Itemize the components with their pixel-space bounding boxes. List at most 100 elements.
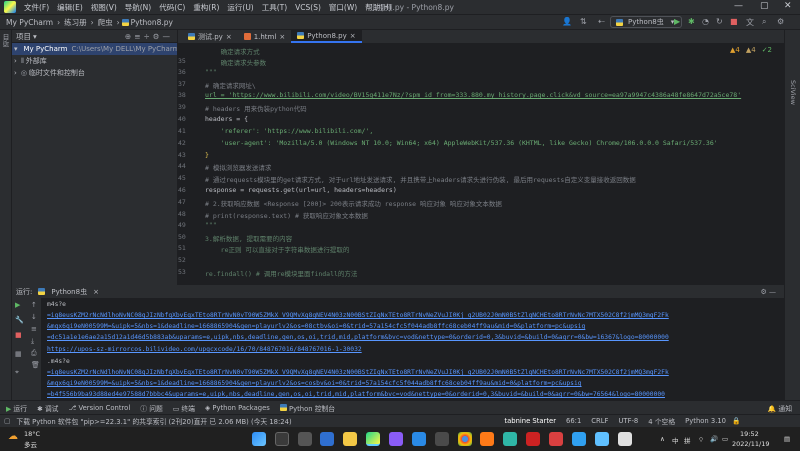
- status-square-icon[interactable]: ▢: [4, 417, 10, 425]
- menu-file[interactable]: 文件(F): [20, 2, 53, 13]
- app-blue-icon[interactable]: [572, 432, 586, 446]
- inspection-widget[interactable]: ▲4 ▲4 ✓2: [730, 46, 772, 54]
- run-output-line[interactable]: &mqx6qi9eN00599M=&uipk=5&nbs=1&deadline=…: [47, 380, 782, 387]
- panel-actions-icon[interactable]: ⊕≡÷⚙—: [125, 32, 173, 41]
- tree-item-external-libraries[interactable]: › ⫴ 外部库: [12, 55, 177, 67]
- user-icon[interactable]: 👤: [560, 17, 574, 26]
- firefox-icon[interactable]: [480, 432, 494, 446]
- app-white-icon[interactable]: [618, 432, 632, 446]
- menu-run[interactable]: 运行(U): [223, 2, 257, 13]
- search-icon[interactable]: [275, 432, 289, 446]
- arrow-up-icon[interactable]: ↑: [31, 301, 37, 309]
- weather-desc[interactable]: 多云: [24, 439, 37, 449]
- weather-icon[interactable]: ☁: [8, 431, 18, 442]
- vcs-icon[interactable]: ⇅: [578, 17, 589, 26]
- settings-icon[interactable]: ⚙ —: [760, 288, 776, 296]
- tab-test-py[interactable]: 测试.py ×: [182, 30, 238, 43]
- scroll-end-icon[interactable]: ⤓: [31, 337, 34, 346]
- file-explorer-icon[interactable]: [343, 432, 357, 446]
- close-icon[interactable]: ×: [93, 288, 99, 296]
- run-output-line[interactable]: =ig8eusKZM2rNcNdlhoNvNC08qJIzNbfqXbvEqxT…: [47, 312, 782, 319]
- toolwin-notifications[interactable]: 🔔 通知: [768, 403, 792, 413]
- search-icon[interactable]: ⌕: [760, 17, 768, 27]
- run-output-line[interactable]: =ig8eusKZM2rNcNdlhoNvNC08qJIzNbfqXbvEqxT…: [47, 369, 782, 376]
- toolwin-vcs[interactable]: ⎇ Version Control: [68, 404, 130, 412]
- stop-icon[interactable]: ■: [728, 17, 740, 26]
- ime-mode[interactable]: 拼: [684, 435, 691, 445]
- wrench-icon[interactable]: 🔧: [15, 316, 24, 324]
- battery-icon[interactable]: ▭: [722, 435, 728, 443]
- menu-vcs[interactable]: VCS(S): [291, 3, 325, 12]
- toolwin-packages[interactable]: ◈ Python Packages: [205, 404, 270, 412]
- widgets-icon[interactable]: [320, 432, 334, 446]
- edge-icon[interactable]: [503, 432, 517, 446]
- toolwin-debug[interactable]: ✱ 调试: [37, 403, 58, 413]
- run-output-line[interactable]: &mqx6qi9eN00599M=&uipk=5&nbs=1&deadline=…: [47, 323, 782, 330]
- layout-icon[interactable]: ▦: [15, 350, 22, 358]
- clock-time[interactable]: 19:52: [740, 430, 759, 438]
- coverage-icon[interactable]: ◔: [700, 17, 711, 26]
- soft-wrap-icon[interactable]: ≡: [31, 325, 37, 333]
- tray-chevron-icon[interactable]: ∧: [660, 435, 665, 443]
- visual-studio-icon[interactable]: [389, 432, 403, 446]
- run-tab[interactable]: Python8虫: [51, 287, 87, 297]
- close-icon[interactable]: ×: [279, 33, 285, 41]
- run-icon[interactable]: ▶: [672, 17, 682, 26]
- tab-1-html[interactable]: 1.html ×: [238, 30, 292, 43]
- rerun-icon[interactable]: ▶: [15, 301, 20, 309]
- menu-tools[interactable]: 工具(T): [258, 2, 291, 13]
- chevron-down-icon[interactable]: ▾: [33, 32, 37, 41]
- breadcrumb-project[interactable]: My PyCharm: [4, 18, 55, 27]
- wifi-icon[interactable]: ⌔: [698, 435, 704, 444]
- menu-edit[interactable]: 编辑(E): [53, 2, 87, 13]
- close-icon[interactable]: ×: [226, 33, 232, 41]
- project-header-label[interactable]: 项目: [16, 31, 31, 42]
- caret-position[interactable]: 66:1: [566, 417, 581, 425]
- store-icon[interactable]: [435, 432, 449, 446]
- volume-icon[interactable]: 🔊: [710, 435, 718, 443]
- clock-date[interactable]: 2022/11/19: [732, 440, 769, 448]
- menu-view[interactable]: 视图(V): [87, 2, 121, 13]
- maximize-icon[interactable]: ▢: [760, 1, 769, 11]
- tree-item-root[interactable]: ▾ My PyCharm C:\Users\My DELL\My PyCharm: [12, 43, 177, 55]
- run-output-line[interactable]: =dc51a1e1e6ae2a15d12a1d46d5b883ab&uparam…: [47, 334, 782, 341]
- app-icon[interactable]: [526, 432, 540, 446]
- tabnine-status[interactable]: tabnine Starter: [504, 417, 556, 425]
- chrome-icon[interactable]: [458, 432, 472, 446]
- netease-music-icon[interactable]: [549, 432, 563, 446]
- back-icon[interactable]: ⇠: [596, 17, 607, 26]
- notification-icon[interactable]: ▤: [784, 435, 790, 443]
- weather-temp[interactable]: 18°C: [24, 430, 40, 438]
- line-separator[interactable]: CRLF: [591, 417, 608, 425]
- vscode-icon[interactable]: [412, 432, 426, 446]
- translate-icon[interactable]: 文: [744, 17, 756, 28]
- arrow-down-icon[interactable]: ↓: [31, 313, 37, 321]
- breadcrumb-subfolder[interactable]: 爬虫: [96, 17, 115, 28]
- tab-python8-py[interactable]: Python8.py ×: [291, 30, 362, 43]
- run-output-line[interactable]: https://upos-sz-mirrorcos.bilivideo.com/…: [47, 346, 782, 353]
- close-icon[interactable]: ✕: [784, 1, 792, 11]
- task-view-icon[interactable]: [298, 432, 312, 446]
- menu-window[interactable]: 窗口(W): [325, 2, 361, 13]
- menu-code[interactable]: 代码(C): [155, 2, 189, 13]
- minimize-icon[interactable]: —: [734, 1, 743, 11]
- sciview-tool-button[interactable]: SciView: [789, 80, 797, 105]
- toolwin-terminal[interactable]: ▭ 终端: [173, 403, 195, 413]
- messaging-icon[interactable]: [595, 432, 609, 446]
- toolwin-run[interactable]: ▶ 运行: [6, 403, 27, 413]
- debug-icon[interactable]: ✱: [686, 17, 697, 26]
- profile-icon[interactable]: ↻: [714, 17, 725, 26]
- menu-navigate[interactable]: 导航(N): [121, 2, 155, 13]
- indent-setting[interactable]: 4 个空格: [648, 416, 675, 426]
- tree-item-scratches[interactable]: › ◎ 临时文件和控制台: [12, 67, 177, 79]
- pycharm-taskbar-icon[interactable]: [366, 432, 380, 446]
- toolwin-problems[interactable]: ⓘ 问题: [140, 403, 163, 413]
- ime-lang[interactable]: 中: [672, 435, 679, 445]
- run-output-line[interactable]: =b4f556b9ba93d88ed4e97588d7bbbc4&uparams…: [47, 391, 782, 399]
- windows-start-icon[interactable]: [252, 432, 266, 446]
- trash-icon[interactable]: 🗑: [31, 361, 40, 369]
- status-message[interactable]: 下载 Python 软件包 "pip>=22.3.1" 的共享索引 (2刊20)…: [16, 416, 416, 426]
- settings-icon[interactable]: ⚙: [775, 17, 786, 26]
- file-encoding[interactable]: UTF-8: [618, 417, 638, 425]
- close-icon[interactable]: ×: [350, 32, 356, 40]
